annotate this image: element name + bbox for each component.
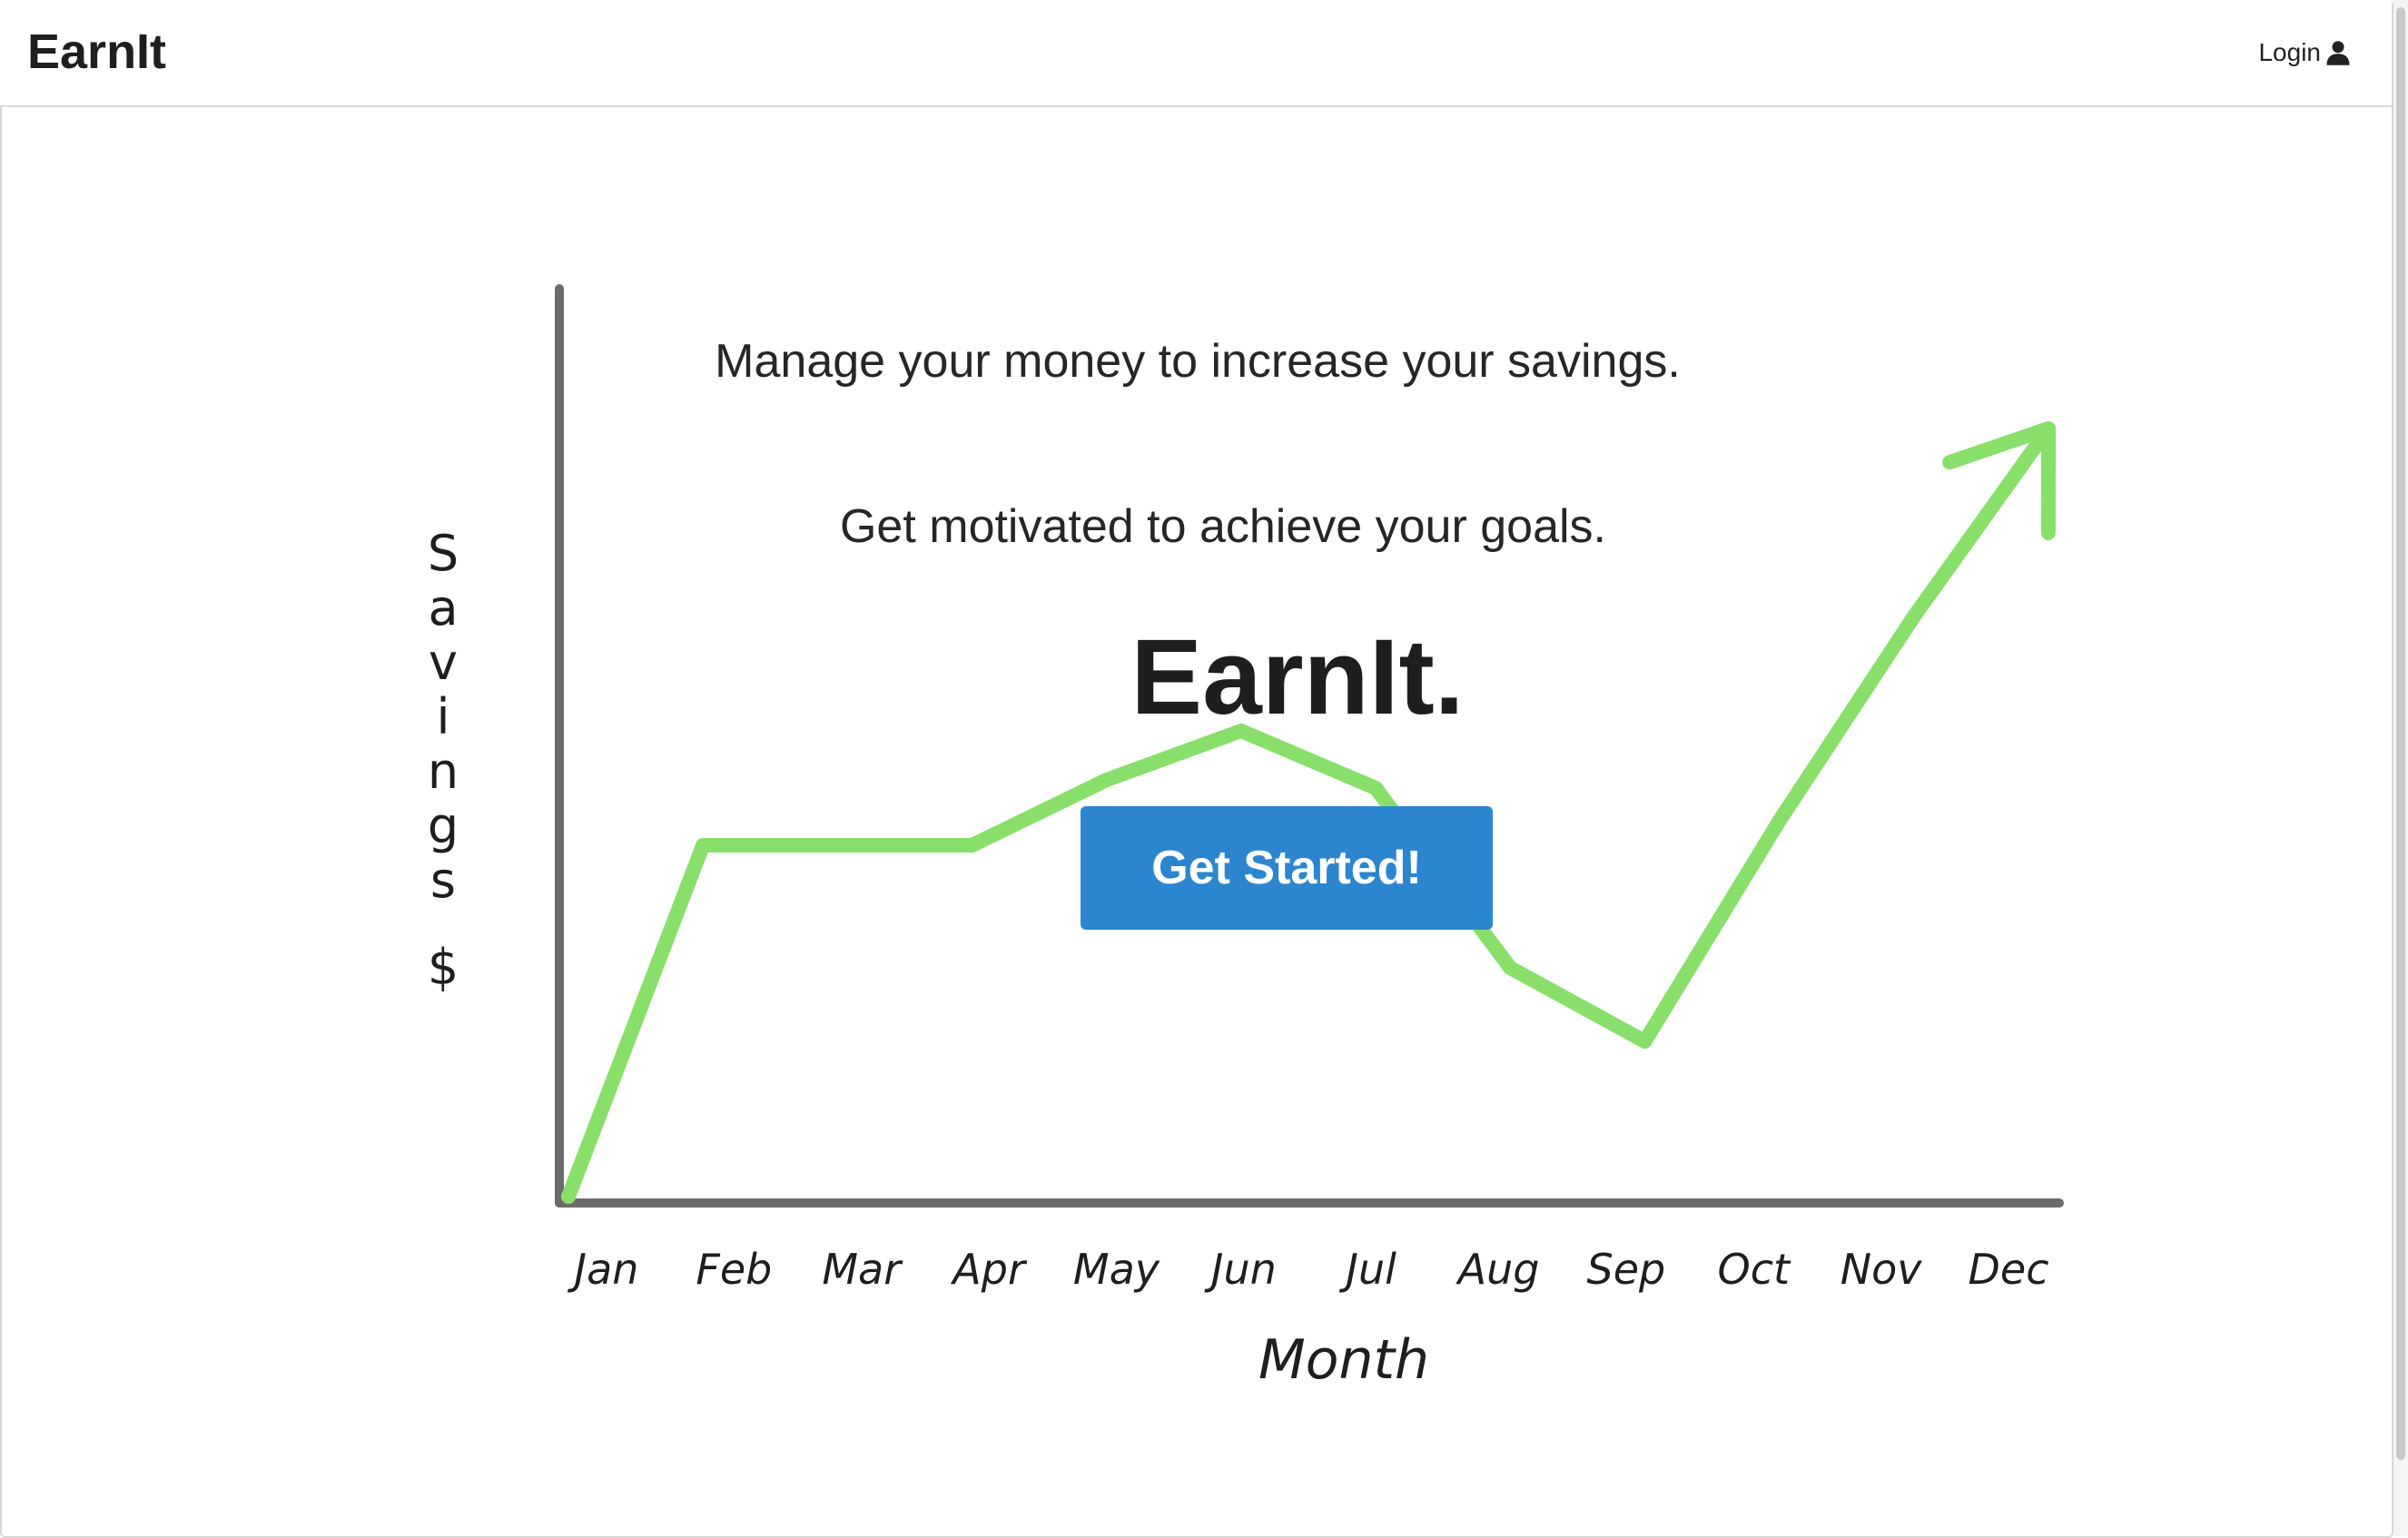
x-tick-feb: Feb: [696, 1245, 772, 1294]
data-point-dec: [2041, 421, 2056, 436]
data-point-jan: [561, 1189, 576, 1204]
x-tick-nov: Nov: [1841, 1245, 1923, 1294]
data-point-mar: [830, 838, 845, 853]
hero-section: Jan Feb Mar Apr May Jun Jul Aug Sep Oct Nov Dec Mon…: [0, 107, 2392, 1536]
tagline-goals: Get motivated to achieve your goals.: [839, 500, 1606, 553]
login-link[interactable]: Login: [2258, 35, 2352, 71]
y-label-char: $: [428, 939, 459, 996]
x-tick-aug: Aug: [1456, 1245, 1540, 1294]
x-tick-jan: Jan: [567, 1245, 639, 1294]
x-tick-sep: Sep: [1587, 1245, 1666, 1294]
y-axis-label: Savings$: [428, 525, 459, 996]
data-point-sep: [1637, 1034, 1653, 1049]
hero-headline: EarnIt.: [1130, 617, 1465, 737]
data-point-feb: [696, 838, 711, 853]
data-point-oct: [1771, 813, 1787, 828]
y-label-char: n: [428, 743, 459, 800]
x-tick-apr: Apr: [950, 1245, 1028, 1294]
x-tick-dec: Dec: [1968, 1245, 2048, 1294]
navbar: EarnIt Login: [0, 0, 2392, 107]
data-point-apr: [964, 838, 980, 853]
user-icon: [2326, 41, 2350, 65]
login-label: Login: [2258, 38, 2321, 66]
tagline-savings: Manage your money to increase your savin…: [715, 335, 1681, 388]
x-tick-jun: Jun: [1204, 1245, 1277, 1294]
data-point-may: [1099, 773, 1114, 787]
brand-logo[interactable]: EarnIt: [27, 20, 166, 84]
x-tick-jul: Jul: [1338, 1245, 1396, 1294]
scrollbar[interactable]: [2393, 0, 2408, 1536]
x-tick-oct: Oct: [1717, 1245, 1791, 1294]
get-started-button[interactable]: Get Started!: [1081, 806, 1493, 930]
x-tick-labels: Jan Feb Mar Apr May Jun Jul Aug Sep Oct Nov Dec: [567, 1245, 2049, 1294]
data-point-jul: [1368, 781, 1384, 795]
x-axis-label: Month: [1258, 1328, 1429, 1392]
y-label-char: g: [428, 797, 459, 854]
y-label-char: s: [430, 852, 456, 909]
scrollbar-thumb[interactable]: [2396, 7, 2405, 1460]
x-tick-may: May: [1073, 1245, 1160, 1294]
data-point-aug: [1503, 961, 1518, 975]
x-tick-mar: Mar: [822, 1245, 903, 1294]
